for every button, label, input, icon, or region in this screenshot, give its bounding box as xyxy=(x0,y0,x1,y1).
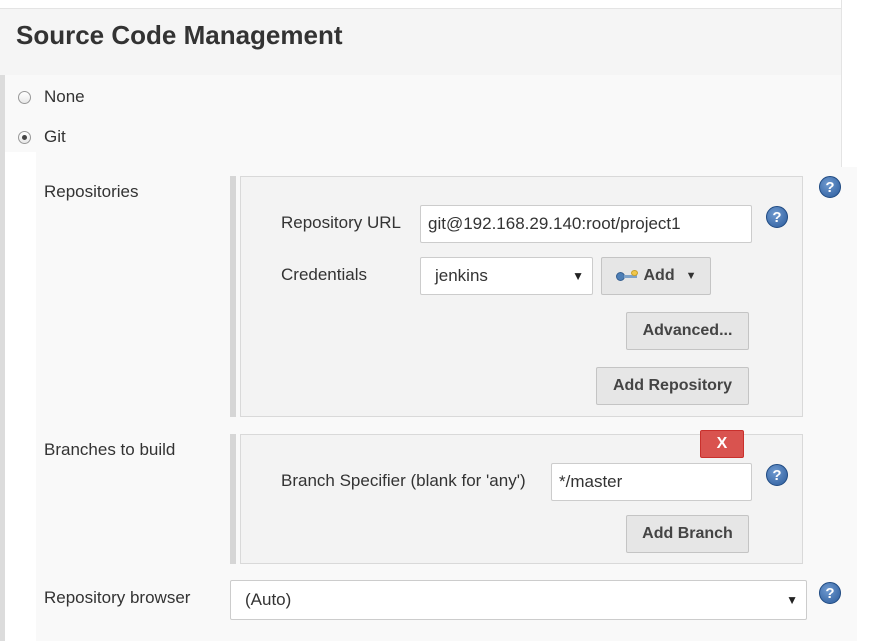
add-credentials-button[interactable]: Add ▼ xyxy=(601,257,711,295)
key-icon xyxy=(615,270,638,282)
help-icon[interactable]: ? xyxy=(766,206,788,228)
repositories-label: Repositories xyxy=(44,182,139,201)
chevron-down-icon: ▼ xyxy=(685,270,697,282)
section-title: Source Code Management xyxy=(16,20,343,50)
add-credentials-label: Add xyxy=(643,267,675,284)
git-indent xyxy=(5,152,36,641)
branches-bar xyxy=(230,434,236,564)
branch-specifier-label: Branch Specifier (blank for 'any') xyxy=(281,471,526,490)
chevron-down-icon: ▼ xyxy=(786,593,798,607)
repository-browser-label: Repository browser xyxy=(44,588,191,607)
add-branch-button[interactable]: Add Branch xyxy=(626,515,749,553)
help-icon[interactable]: ? xyxy=(819,582,841,604)
delete-branch-button[interactable]: X xyxy=(700,430,744,458)
branch-specifier-input[interactable] xyxy=(551,463,752,501)
help-icon[interactable]: ? xyxy=(819,176,841,198)
radio-git[interactable] xyxy=(18,130,31,144)
credentials-value: jenkins xyxy=(435,266,488,285)
branches-label: Branches to build xyxy=(44,440,176,459)
add-repository-button[interactable]: Add Repository xyxy=(596,367,749,405)
repository-browser-select[interactable]: (Auto) ▼ xyxy=(230,580,807,620)
chevron-down-icon: ▼ xyxy=(572,269,584,283)
repository-url-input[interactable] xyxy=(420,205,752,243)
repository-browser-value: (Auto) xyxy=(245,590,292,609)
scm-options-area xyxy=(5,75,841,167)
credentials-label: Credentials xyxy=(281,265,367,284)
radio-none[interactable] xyxy=(18,90,31,104)
scm-option-git[interactable]: Git xyxy=(18,127,66,147)
scm-option-none[interactable]: None xyxy=(18,87,85,107)
scm-option-git-label: Git xyxy=(44,127,66,146)
repositories-bar xyxy=(230,176,236,417)
scm-option-none-label: None xyxy=(44,87,85,106)
help-icon[interactable]: ? xyxy=(766,464,788,486)
advanced-button[interactable]: Advanced... xyxy=(626,312,749,350)
right-divider xyxy=(841,0,842,170)
credentials-select[interactable]: jenkins ▼ xyxy=(420,257,593,295)
repository-url-label: Repository URL xyxy=(281,213,401,232)
